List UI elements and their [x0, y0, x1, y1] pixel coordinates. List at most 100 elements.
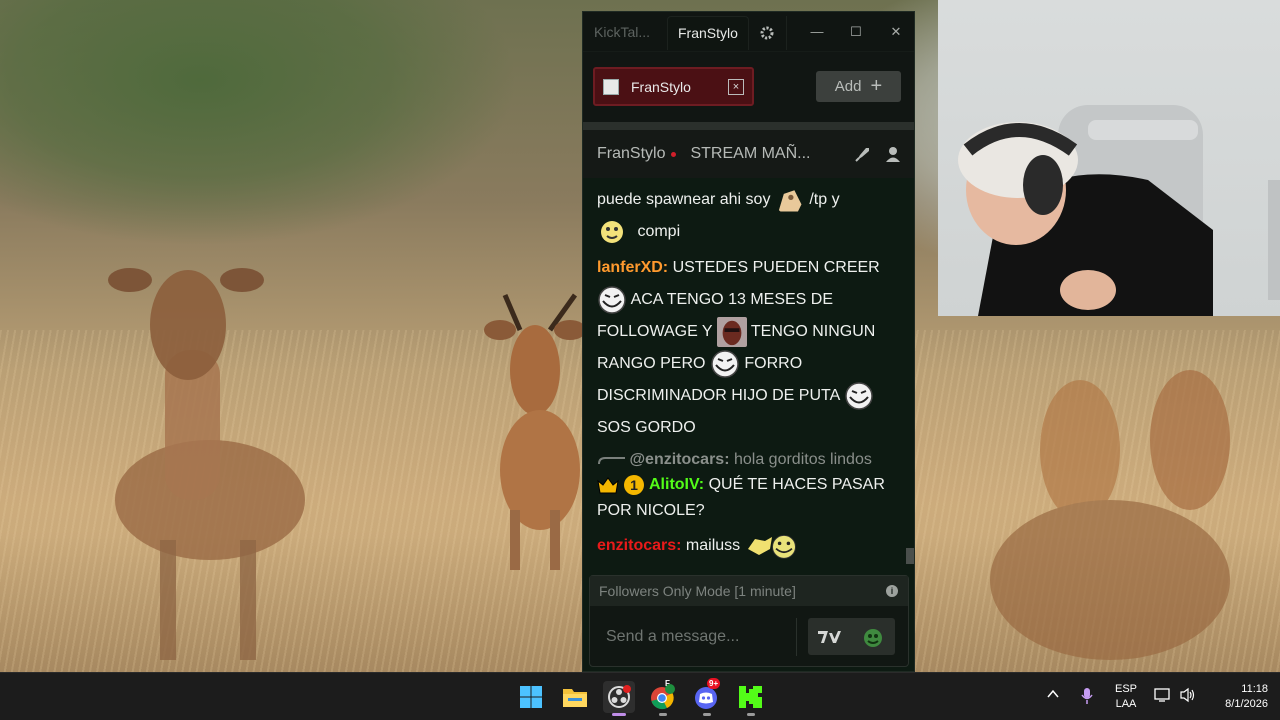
windows-start-icon[interactable] [515, 681, 547, 713]
chat-username[interactable]: lanferXD: [597, 259, 668, 276]
message-text: compi [637, 223, 681, 240]
reply-username: @enzitocars: [629, 451, 730, 468]
user-icon[interactable] [884, 145, 902, 163]
emote-icon [601, 220, 623, 243]
microphone-icon[interactable] [1080, 687, 1094, 710]
chat-username[interactable]: AlitoIV: [649, 476, 704, 493]
chat-input-area: Followers Only Mode [1 minute] i [589, 575, 909, 667]
reply-context[interactable]: @enzitocars: hola gorditos lindos [597, 448, 902, 472]
chat-message: 1 AlitoIV: QUÉ TE HACES PASAR POR NICOLE? [597, 472, 902, 524]
active-indicator [612, 713, 626, 716]
message-text: mailuss [685, 537, 741, 554]
message-text: RANGO PERO [597, 355, 706, 372]
volume-icon[interactable] [1179, 687, 1197, 708]
message-text: USTEDES PUEDEN CREER [672, 259, 880, 276]
discord-icon[interactable]: 9+ [691, 678, 723, 716]
wallpaper-impala-right [484, 293, 586, 570]
channel-tab-franstylo[interactable]: FranStylo × [593, 67, 754, 106]
close-button[interactable]: ✕ [876, 12, 916, 51]
stream-title: STREAM MAÑ... [690, 145, 811, 162]
open-indicator [703, 713, 711, 716]
emote-icon [771, 534, 796, 559]
message-text: /tp y [809, 191, 840, 208]
channel-tab-close-icon[interactable]: × [728, 79, 744, 95]
settings-gear-icon[interactable] [749, 15, 787, 50]
app-title: KickTal... [594, 23, 651, 40]
message-text: TENGO NINGUN [750, 323, 876, 340]
channel-avatar-icon [603, 78, 619, 95]
message-text: DISCRIMINADOR HIJO DE PUTA [597, 387, 840, 404]
obs-studio-icon[interactable] [603, 681, 635, 716]
emote-icon [778, 190, 802, 212]
file-explorer-icon[interactable] [559, 681, 591, 713]
wallpaper-impala-blurred [990, 370, 1230, 660]
channel-tabs-row: FranStylo × Add + [583, 51, 914, 122]
chat-scrollbar-thumb[interactable] [906, 548, 914, 564]
info-icon[interactable]: i [886, 585, 898, 597]
chat-message: puede spawnear ahi soy /tp y [597, 184, 902, 216]
language-code: ESP [1114, 683, 1137, 695]
divider [583, 122, 914, 130]
window-tab-active[interactable]: FranStylo [667, 15, 749, 50]
message-text: POR NICOLE? [597, 502, 705, 519]
message-text: ACA TENGO 13 MESES DE [630, 291, 833, 308]
mode-notice-text: Followers Only Mode [1 minute] [599, 583, 796, 599]
plus-icon: + [870, 75, 883, 97]
maximize-button[interactable]: ☐ [836, 12, 876, 51]
chrome-icon[interactable]: F [647, 679, 679, 716]
send-message-input[interactable] [606, 628, 786, 646]
chat-username[interactable]: enzitocars: [597, 537, 681, 554]
emote-buttons [808, 618, 895, 655]
chat-messages: puede spawnear ahi soy /tp y compi lanfe… [583, 178, 916, 574]
chat-message: lanferXD: USTEDES PUEDEN CREER ACA TENGO… [597, 252, 902, 444]
reply-text: hola gorditos lindos [733, 451, 872, 468]
add-button-label: Add [834, 78, 862, 95]
keyboard-layout: LAA [1115, 698, 1137, 710]
clock[interactable]: 11:18 8/1/2026 [1206, 682, 1268, 712]
subscriber-badge-icon: 1 [624, 474, 644, 495]
channel-name[interactable]: FranStylo [597, 145, 665, 163]
trollface-emote-icon [711, 350, 739, 378]
show-hidden-icons-chevron-icon[interactable] [1046, 687, 1060, 706]
message-text: QUÉ TE HACES PASAR [708, 476, 885, 493]
reply-arrow-icon [598, 456, 625, 464]
network-icon[interactable] [1154, 687, 1172, 708]
7tv-icon [817, 630, 841, 643]
clock-time: 11:18 [1241, 683, 1268, 695]
chat-message: enzitocars: mailuss [597, 530, 902, 562]
emote-picker-icon [864, 628, 883, 647]
open-indicator [659, 713, 667, 716]
channel-info-bar: FranStylo STREAM MAÑ... [583, 130, 914, 178]
discord-notification-badge: 9+ [707, 678, 721, 689]
clock-date: 8/1/2026 [1225, 698, 1268, 710]
kick-app-icon[interactable] [735, 681, 767, 716]
chat-message: compi [597, 216, 902, 248]
message-text: FORRO [744, 355, 803, 372]
trollface-emote-icon [845, 382, 873, 410]
webcam-streamer-image [958, 105, 1280, 316]
kick-emote-button[interactable] [852, 618, 896, 655]
title-bar: KickTal... FranStylo — ☐ ✕ [583, 12, 914, 51]
chrome-profile-badge: F [665, 679, 670, 688]
add-channel-button[interactable]: Add + [816, 71, 901, 102]
crown-badge-icon [597, 476, 619, 494]
chat-window: KickTal... FranStylo — ☐ ✕ FranStylo × A… [582, 11, 915, 672]
wallpaper-impala-left [108, 268, 305, 660]
message-text: FOLLOWAGE Y [597, 323, 713, 340]
svg-text:1: 1 [630, 477, 638, 493]
7tv-emote-button[interactable] [808, 618, 852, 655]
channel-tab-label: FranStylo [631, 78, 691, 95]
rocket-icon[interactable] [854, 145, 872, 163]
message-text: puede spawnear ahi soy [597, 191, 771, 208]
face-emote-icon [716, 316, 747, 347]
message-text: SOS GORDO [597, 419, 696, 436]
minimize-button[interactable]: — [797, 12, 837, 51]
input-language-indicator[interactable]: ESP LAA [1110, 682, 1142, 712]
open-indicator [747, 713, 755, 716]
trollface-emote-icon [598, 286, 626, 314]
input-divider [796, 618, 797, 656]
webcam-overlay [938, 0, 1280, 316]
live-indicator-icon [671, 151, 677, 157]
taskbar: F 9+ ESP LAA 11:18 8/1/2026 [0, 672, 1280, 720]
followers-only-notice: Followers Only Mode [1 minute] i [590, 576, 908, 606]
